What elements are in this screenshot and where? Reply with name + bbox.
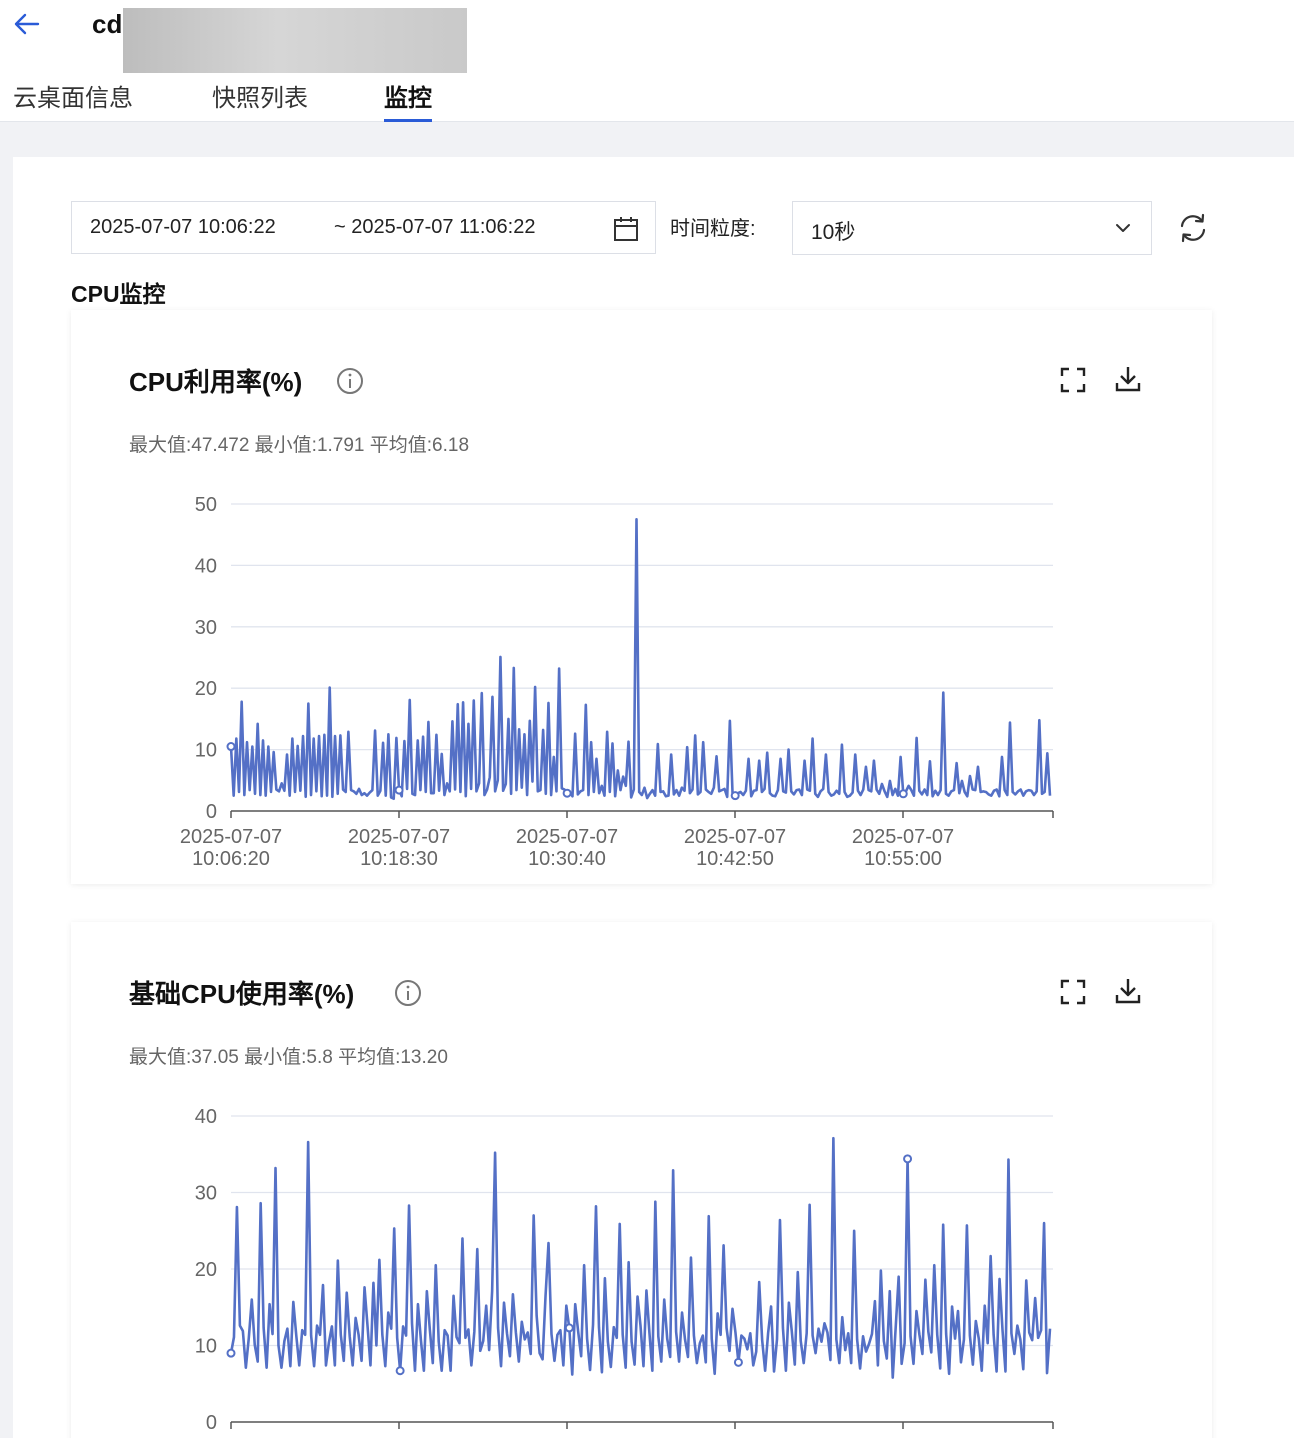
date-range-picker[interactable]: 2025-07-07 10:06:22 ~ 2025-07-07 11:06:2…	[71, 201, 656, 254]
series-point	[564, 1323, 574, 1333]
x-tick-date: 2025-07-07	[180, 826, 282, 848]
y-tick-label: 40	[195, 555, 217, 577]
base-cpu-usage-chart: 0 10 20 30 40	[195, 1106, 1054, 1434]
y-tick-label: 20	[195, 1259, 217, 1281]
y-tick-label: 10	[195, 740, 217, 762]
series-point	[562, 788, 572, 798]
granularity-label: 时间粒度:	[670, 218, 756, 240]
y-tick-label: 30	[195, 617, 217, 639]
series-line	[229, 1136, 1052, 1379]
series-point	[903, 1154, 913, 1164]
y-tick-label: 50	[195, 494, 217, 516]
x-tick-date: 2025-07-07	[348, 826, 450, 848]
series-point	[730, 791, 740, 801]
y-tick-label: 40	[195, 1106, 217, 1128]
x-tick-time: 10:30:40	[528, 848, 606, 870]
redacted-title-mask	[123, 8, 467, 73]
series-point	[898, 789, 908, 799]
cpu-usage-chart: 010203040502025-07-0710:06:202025-07-071…	[180, 494, 1054, 870]
series-point	[395, 1366, 405, 1376]
refresh-icon[interactable]	[1177, 212, 1209, 244]
end-time[interactable]: ~ 2025-07-07 11:06:22	[334, 216, 535, 239]
series-point	[226, 1348, 236, 1358]
y-tick-label: 20	[195, 678, 217, 700]
section-title: CPU监控	[71, 281, 166, 307]
y-tick-label: 30	[195, 1183, 217, 1205]
arrow-left-icon[interactable]	[12, 10, 42, 38]
x-tick-date: 2025-07-07	[516, 826, 618, 848]
y-tick-label: 10	[195, 1336, 217, 1358]
top-bar: cd 云桌面信息 快照列表 监控	[0, 0, 1294, 122]
series-line	[229, 518, 1052, 801]
cpu-usage-card: CPU利用率(%) 最大值:47.472 最小值:1.791 平均值:6.18 …	[71, 310, 1212, 884]
base-cpu-usage-card: 基础CPU使用率(%) 最大值:37.05 最小值:5.8 平均值:13.20 …	[71, 922, 1212, 1438]
start-time[interactable]: 2025-07-07 10:06:22	[90, 216, 276, 239]
x-tick-date: 2025-07-07	[852, 826, 954, 848]
series-point	[733, 1357, 743, 1367]
page-title: cd	[92, 9, 123, 39]
calendar-icon[interactable]	[612, 215, 640, 243]
granularity-select[interactable]: 10秒	[792, 201, 1152, 255]
tab-monitoring[interactable]: 监控	[384, 78, 432, 122]
y-tick-label: 0	[206, 801, 217, 823]
granularity-value: 10秒	[811, 221, 856, 244]
x-tick-time: 10:55:00	[864, 848, 942, 870]
y-tick-label: 0	[206, 1412, 217, 1434]
x-tick-time: 10:42:50	[696, 848, 774, 870]
x-tick-time: 10:18:30	[360, 848, 438, 870]
x-tick-time: 10:06:20	[192, 848, 270, 870]
series-point	[394, 785, 404, 795]
series-point	[226, 742, 236, 752]
tab-snapshot-list[interactable]: 快照列表	[212, 78, 308, 122]
x-tick-date: 2025-07-07	[684, 826, 786, 848]
chevron-down-icon	[1116, 224, 1130, 232]
tab-desktop-info[interactable]: 云桌面信息	[13, 78, 133, 122]
